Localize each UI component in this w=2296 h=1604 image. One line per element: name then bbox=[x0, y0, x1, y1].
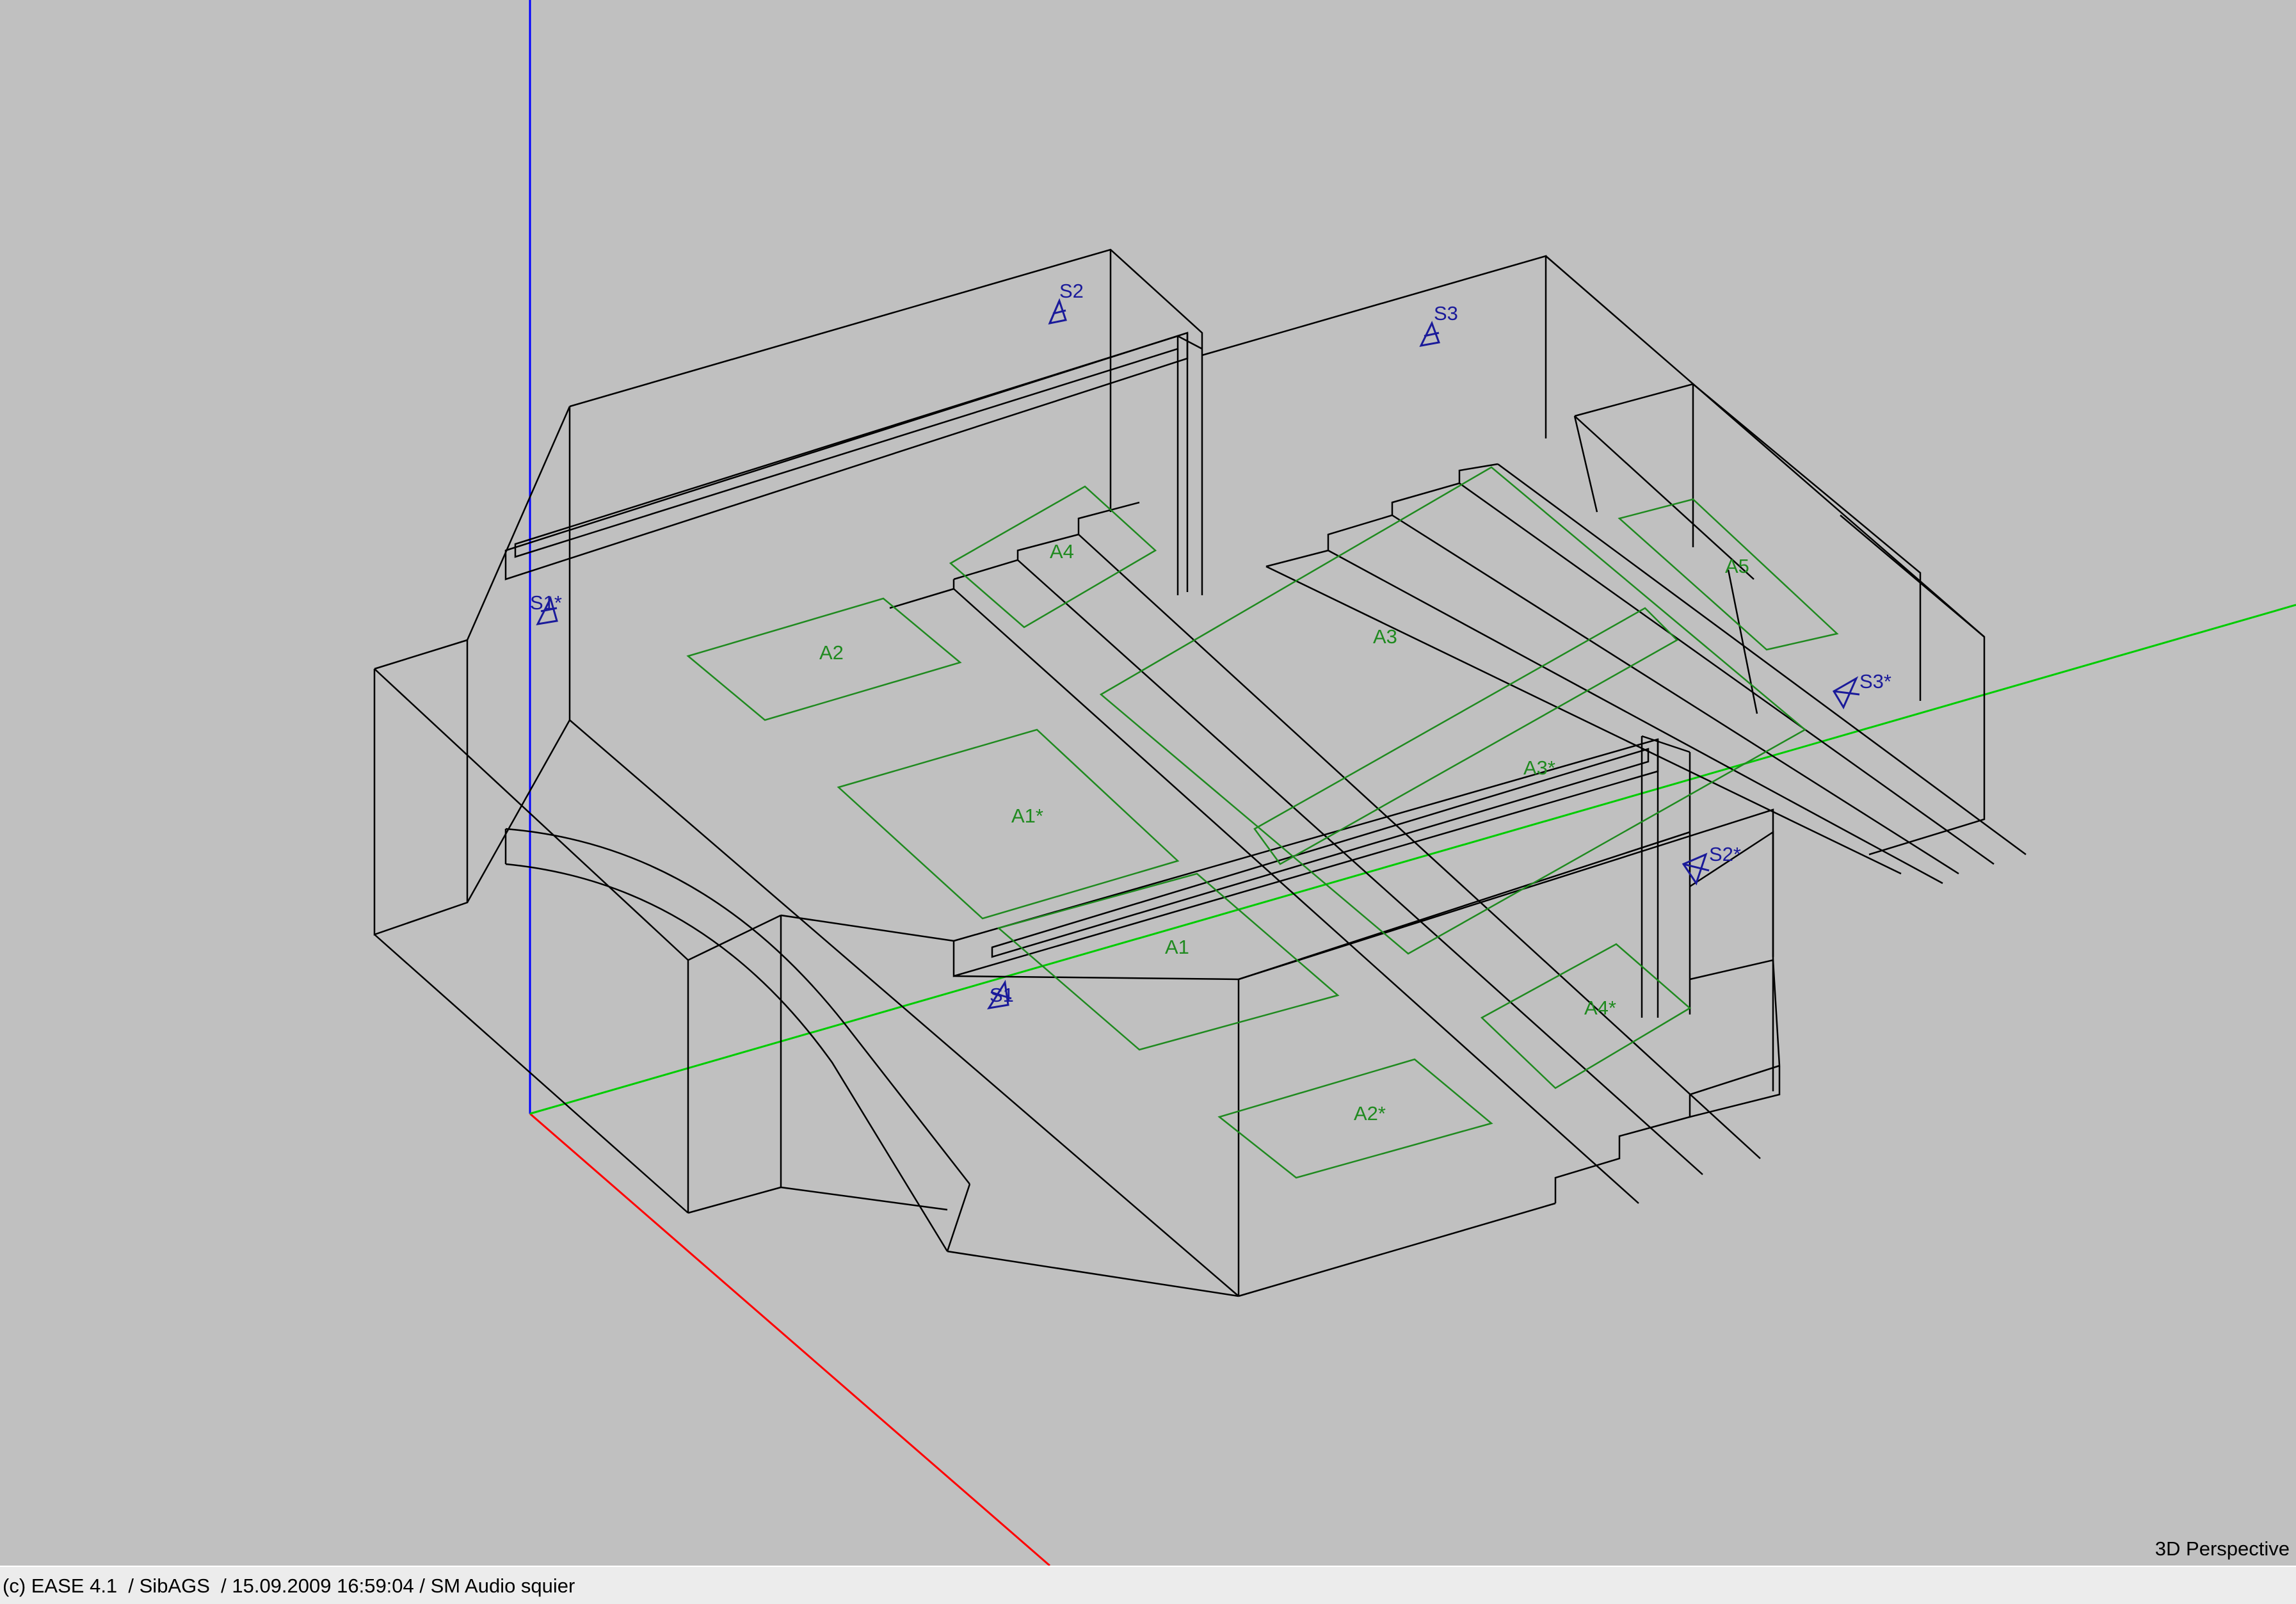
area-A1-outline bbox=[997, 872, 1340, 1051]
speaker-S1x-label: S1* bbox=[530, 591, 562, 614]
area-A1x-label: A1* bbox=[1011, 805, 1043, 827]
speaker-S2-label: S2 bbox=[1059, 280, 1084, 302]
speaker-S3-label: S3 bbox=[1434, 302, 1458, 325]
area-A1-label: A1 bbox=[1165, 936, 1189, 958]
x-axis bbox=[529, 1112, 1050, 1566]
view-mode-label: 3D Perspective bbox=[2155, 1537, 2290, 1560]
area-A4x-label: A4* bbox=[1584, 997, 1616, 1019]
3d-viewport[interactable]: A4 A2 A1* A3 A3* A5 A1 A2* A4* S2 S3 S1*… bbox=[0, 0, 2296, 1566]
area-A4-label: A4 bbox=[1050, 540, 1074, 563]
room-wireframe bbox=[373, 248, 2027, 1297]
speaker-S3x-label: S3* bbox=[1859, 670, 1891, 693]
speaker-S2x-icon[interactable] bbox=[1682, 853, 1710, 886]
area-A2x-label: A2* bbox=[1354, 1102, 1386, 1125]
area-A3x-label: A3* bbox=[1523, 757, 1555, 779]
area-A3x-outline bbox=[1253, 607, 1679, 865]
y-axis bbox=[529, 604, 2296, 1115]
area-A1x-outline bbox=[837, 728, 1180, 920]
area-A5-label: A5 bbox=[1725, 555, 1749, 577]
area-A2-label: A2 bbox=[819, 641, 844, 664]
speaker-S3x-icon[interactable] bbox=[1832, 676, 1860, 710]
status-text: (c) EASE 4.1 / SibAGS / 15.09.2009 16:59… bbox=[3, 1575, 575, 1597]
area-A3-label: A3 bbox=[1373, 625, 1397, 648]
speaker-S2-icon[interactable] bbox=[1048, 298, 1067, 325]
status-bar: (c) EASE 4.1 / SibAGS / 15.09.2009 16:59… bbox=[0, 1566, 2296, 1604]
speakers: S2 S3 S1* S3* S2* S1 bbox=[530, 280, 1891, 1010]
speaker-S1-label: S1 bbox=[990, 984, 1014, 1006]
speaker-S3-icon[interactable] bbox=[1419, 321, 1441, 347]
wireframe-model[interactable]: A4 A2 A1* A3 A3* A5 A1 A2* A4* S2 S3 S1*… bbox=[0, 0, 2296, 1566]
speaker-S2x-label: S2* bbox=[1709, 843, 1741, 865]
